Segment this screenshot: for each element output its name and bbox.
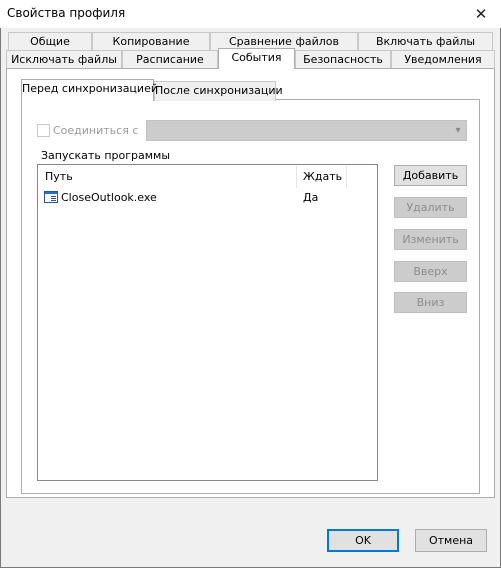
- run-programs-label: Запускать программы: [41, 149, 171, 162]
- tab-copying[interactable]: Копирование: [92, 32, 210, 50]
- ok-button[interactable]: OK: [327, 529, 399, 552]
- tab-security[interactable]: Безопасность: [295, 50, 391, 68]
- window-title: Свойства профиля: [7, 6, 126, 20]
- cancel-button[interactable]: Отмена: [415, 529, 487, 552]
- connect-checkbox[interactable]: [37, 124, 50, 137]
- programs-list[interactable]: [37, 164, 378, 481]
- remove-button[interactable]: Удалить: [394, 197, 467, 218]
- row-path: CloseOutlook.exe: [61, 191, 157, 204]
- chevron-down-icon[interactable]: ▾: [449, 120, 467, 141]
- subtab-before-sync[interactable]: Перед синхронизацией: [21, 79, 158, 101]
- close-icon[interactable]: ✕: [468, 3, 494, 25]
- program-icon: [44, 191, 58, 203]
- edit-button[interactable]: Изменить: [394, 229, 467, 250]
- column-divider[interactable]: [296, 166, 297, 188]
- tab-exclude-files[interactable]: Исключать файлы: [6, 50, 122, 68]
- tab-events[interactable]: События: [218, 48, 295, 69]
- column-header-path[interactable]: Путь: [45, 166, 73, 188]
- tab-general[interactable]: Общие: [8, 32, 92, 50]
- tab-schedule[interactable]: Расписание: [122, 50, 218, 68]
- column-header-wait[interactable]: Ждать: [303, 166, 342, 188]
- move-up-button[interactable]: Вверх: [394, 261, 467, 282]
- add-button[interactable]: Добавить: [394, 165, 467, 186]
- tab-include-files[interactable]: Включать файлы: [358, 32, 493, 50]
- tab-notifications[interactable]: Уведомления: [391, 50, 495, 68]
- column-divider[interactable]: [346, 166, 347, 188]
- subtab-after-sync[interactable]: После синхронизации: [154, 81, 283, 101]
- row-wait: Да: [303, 191, 319, 204]
- connection-select[interactable]: [146, 120, 467, 141]
- connect-label: Соединиться с: [53, 124, 139, 137]
- move-down-button[interactable]: Вниз: [394, 292, 467, 313]
